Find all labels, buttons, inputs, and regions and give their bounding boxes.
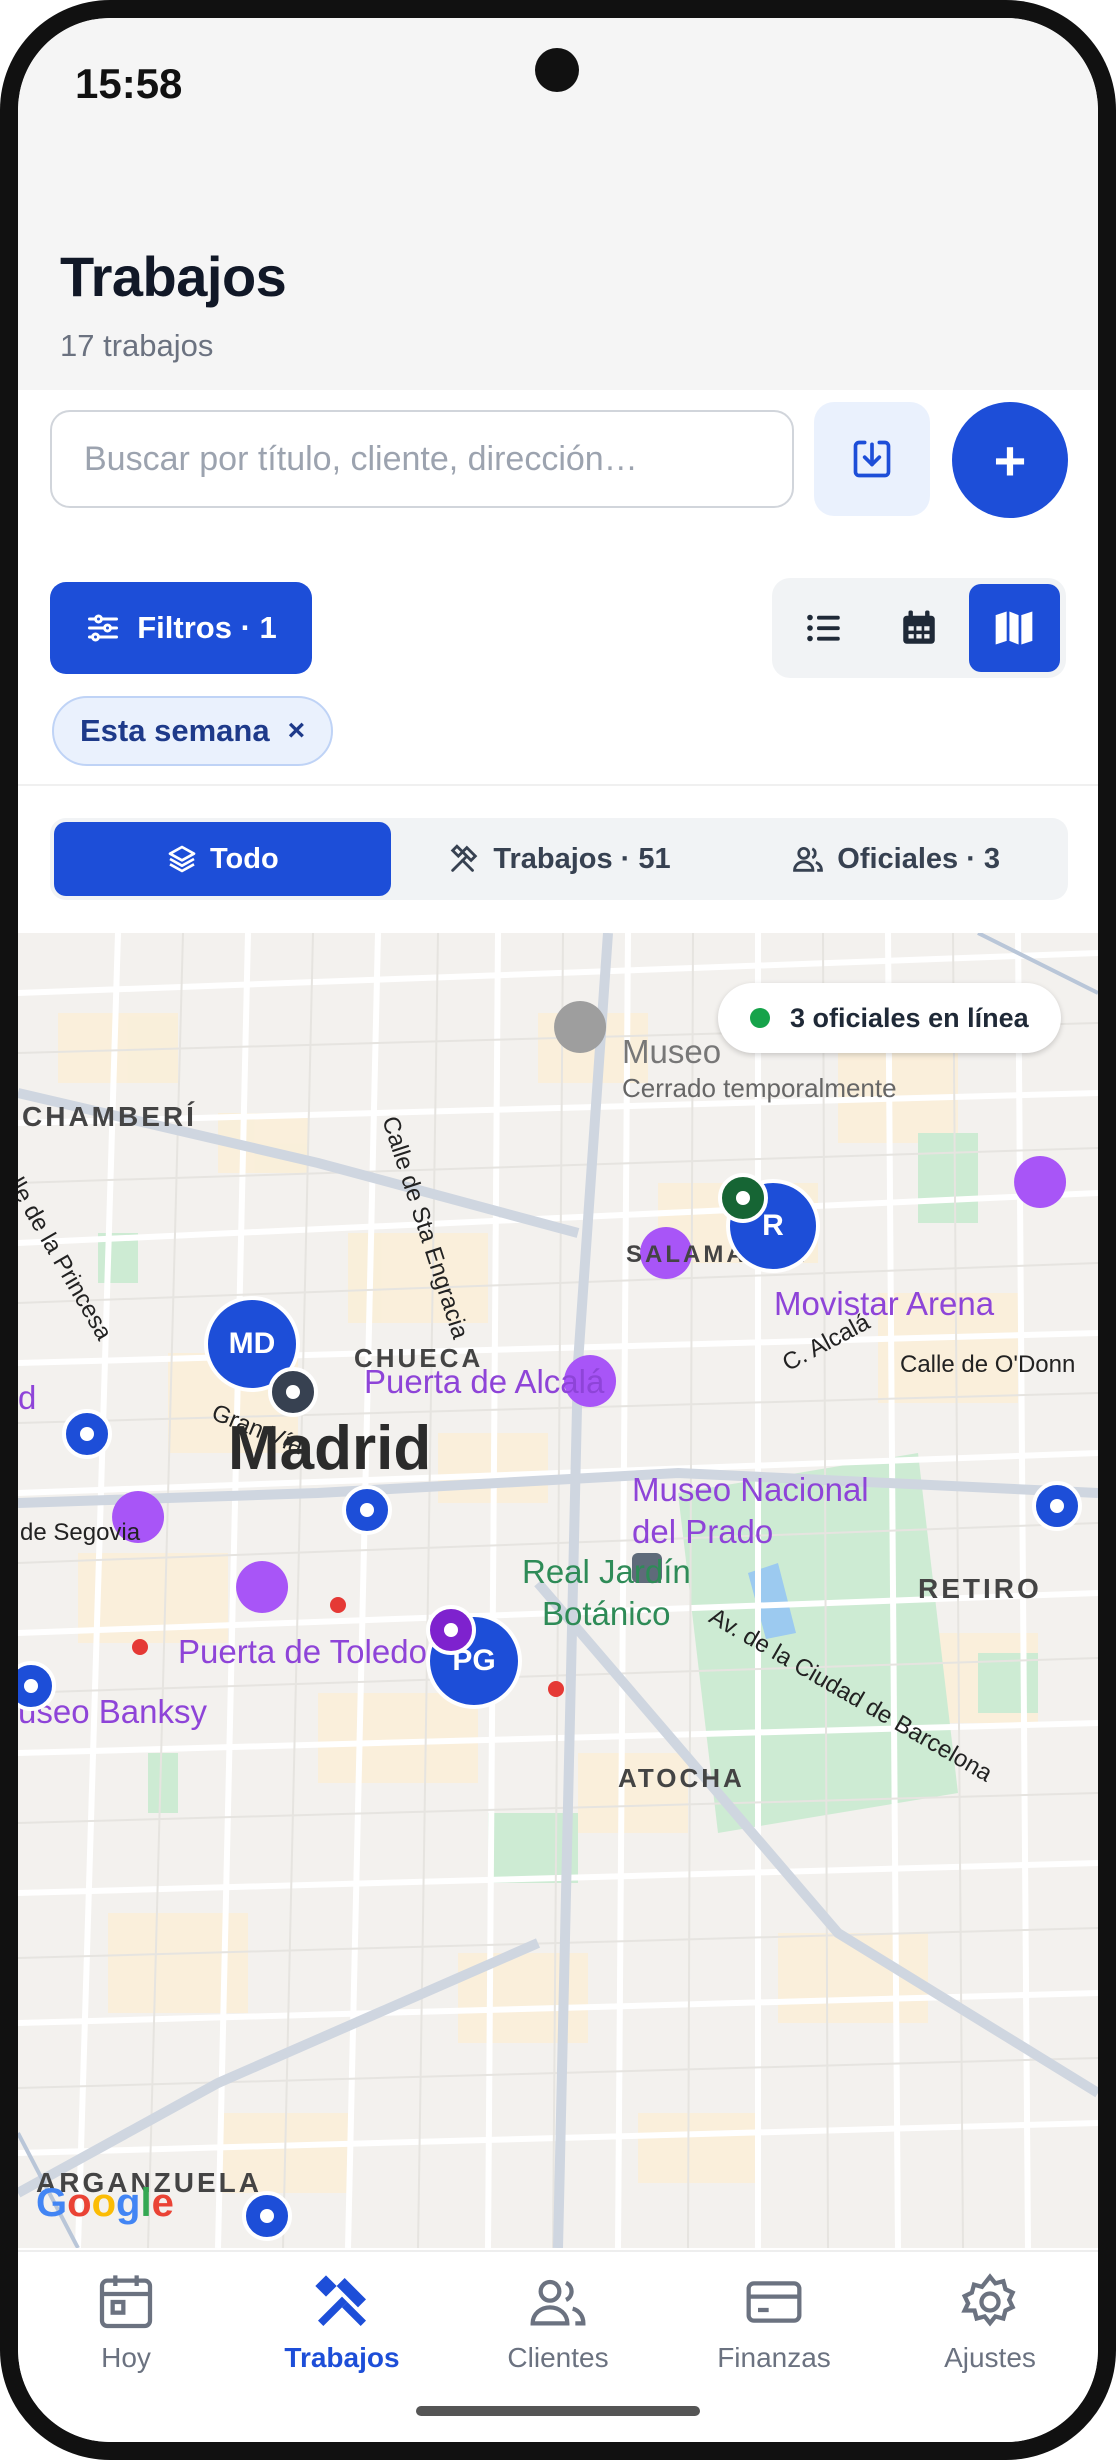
nav-label: Finanzas: [717, 2342, 831, 2373]
export-button[interactable]: [814, 402, 930, 516]
poi-label: Puerta de Alcalá: [364, 1363, 605, 1400]
segment-all[interactable]: Todo: [54, 822, 391, 896]
map-icon: [995, 611, 1033, 645]
sliders-icon: [88, 614, 119, 642]
city-label: Madrid: [228, 1414, 432, 1483]
download-icon: [853, 440, 891, 478]
poi-label: Movistar Arena: [774, 1285, 995, 1322]
nav-label: Ajustes: [944, 2342, 1036, 2373]
gear-icon: [961, 2273, 1016, 2327]
segment-workers-label: Oficiales · 3: [837, 842, 1001, 875]
tools-icon: [451, 844, 478, 872]
filters-label: Filtros · 1: [137, 610, 277, 645]
poi-label: Botánico: [542, 1595, 671, 1632]
users-icon: [530, 2279, 586, 2326]
street-label: d: [18, 1379, 37, 1416]
nav-item-settings[interactable]: Ajustes: [882, 2252, 1098, 2442]
search-input[interactable]: [50, 410, 794, 508]
job-pin[interactable]: [242, 2191, 292, 2241]
chip-close-icon[interactable]: ×: [288, 714, 306, 748]
online-workers-badge: 3 oficiales en línea: [718, 983, 1061, 1053]
nav-label: Hoy: [101, 2342, 151, 2373]
district-label: ATOCHA: [618, 1763, 745, 1793]
online-status-dot: [750, 1008, 770, 1028]
filters-button[interactable]: Filtros · 1: [50, 582, 312, 674]
street-label: Calle de O'Donn: [900, 1351, 1076, 1378]
layers-icon: [168, 845, 196, 873]
job-pin[interactable]: [1032, 1481, 1082, 1531]
status-time: 15:58: [75, 60, 183, 107]
poi-label: Museo: [622, 1033, 722, 1070]
calendar-view-button[interactable]: [873, 584, 964, 672]
chip-label: Esta semana: [80, 713, 270, 748]
worker-pin[interactable]: [268, 1367, 318, 1417]
job-pin[interactable]: [62, 1409, 112, 1459]
segment-jobs[interactable]: Trabajos · 51: [391, 822, 728, 896]
map-view-button[interactable]: [968, 584, 1060, 672]
map-view[interactable]: 3 oficiales en línea CHAMBERÍ SALAMANCA …: [18, 933, 1098, 2248]
status-bar: 15:58: [18, 18, 1098, 148]
view-toggle: [772, 578, 1066, 678]
online-workers-label: 3 oficiales en línea: [790, 1002, 1029, 1033]
job-pin[interactable]: [342, 1485, 392, 1535]
home-indicator[interactable]: [416, 2406, 700, 2416]
district-label: CHAMBERÍ: [22, 1101, 197, 1132]
poi-label: Puerta de Toledo: [178, 1633, 427, 1670]
nav-item-today[interactable]: Hoy: [18, 2252, 234, 2442]
tools-icon: [315, 2275, 366, 2326]
users-icon: [793, 846, 824, 872]
calendar-day-icon: [99, 2275, 153, 2329]
segment-all-label: Todo: [209, 842, 279, 875]
calendar-icon: [903, 610, 935, 644]
add-job-button[interactable]: +: [952, 402, 1068, 518]
poi-sublabel: Cerrado temporalmente: [622, 1073, 897, 1103]
list-icon: [806, 614, 840, 642]
page-header: Trabajos 17 trabajos: [18, 148, 1098, 390]
camera-cutout: [535, 48, 579, 92]
page-subtitle: 17 trabajos: [60, 328, 214, 363]
filter-chip-this-week[interactable]: Esta semana ×: [52, 696, 334, 766]
screen: 15:58 Trabajos 17 trabajos + Filtros · 1: [18, 18, 1098, 2442]
poi-label: del Prado: [632, 1513, 774, 1550]
segment-workers[interactable]: Oficiales · 3: [727, 822, 1064, 896]
poi-label: Museo Nacional: [632, 1471, 869, 1508]
page-title: Trabajos: [60, 245, 287, 308]
worker-pin[interactable]: [426, 1605, 476, 1655]
divider: [18, 784, 1098, 786]
google-attribution: Google: [36, 2181, 174, 2225]
worker-pin[interactable]: [718, 1173, 768, 1223]
poi-label: Real Jardín: [522, 1553, 691, 1590]
card-icon: [746, 2281, 802, 2323]
list-view-button[interactable]: [778, 584, 869, 672]
district-label: RETIRO: [918, 1573, 1042, 1604]
street-label: de Segovia: [20, 1519, 141, 1546]
nav-label: Clientes: [507, 2342, 609, 2373]
segment-jobs-label: Trabajos · 51: [493, 842, 671, 875]
map-layer-segmented: Todo Trabajos · 51 Oficiales · 3: [50, 818, 1068, 900]
nav-label: Trabajos: [284, 2342, 400, 2373]
